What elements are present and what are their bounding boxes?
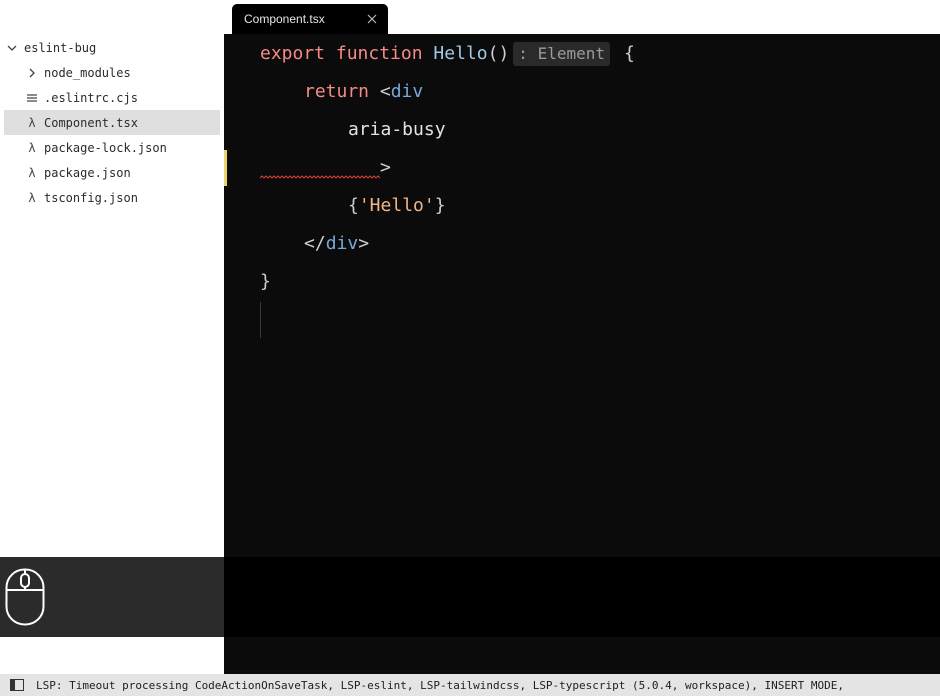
jsx-expression-open: { — [348, 195, 359, 216]
folder-eslint-bug[interactable]: eslint-bug — [4, 35, 220, 60]
code-line-5: {'Hello'} — [348, 187, 446, 225]
sidebar-item-eslintrc[interactable]: .eslintrc.cjs — [24, 85, 220, 110]
tag-name: div — [390, 81, 424, 102]
code-line-7: } — [260, 263, 271, 301]
lambda-icon: λ — [28, 165, 36, 180]
function-name: Hello — [433, 43, 488, 64]
status-bar: LSP: Timeout processing CodeActionOnSave… — [0, 674, 940, 696]
chevron-down-icon — [4, 42, 20, 54]
closing-tag-close: > — [358, 233, 370, 254]
mouse-icon — [5, 568, 45, 626]
keyword: return — [304, 81, 370, 102]
open-brace: { — [624, 43, 635, 64]
attribute-name: aria-busy — [348, 119, 446, 140]
sidebar-item-node-modules[interactable]: node_modules — [24, 60, 220, 85]
sidebar-item-package-json[interactable]: λ package.json — [24, 160, 220, 185]
sidebar-item-label: tsconfig.json — [44, 190, 138, 205]
lambda-icon: λ — [28, 190, 36, 205]
sidebar-item-label: Component.tsx — [44, 115, 138, 130]
lambda-icon: λ — [28, 140, 36, 155]
sidebar-item-component-tsx[interactable]: λ Component.tsx — [4, 110, 220, 135]
mouse-overlay — [0, 557, 940, 637]
tag-close-bracket: > — [380, 157, 391, 178]
code-line-6: </div> — [304, 225, 369, 263]
close-icon[interactable] — [362, 14, 382, 24]
sidebar-item-label: .eslintrc.cjs — [44, 90, 138, 105]
code-line-2: return <div — [304, 73, 423, 111]
tab-bar: Component.tsx — [224, 0, 940, 34]
keyword: function — [335, 43, 423, 64]
lambda-icon: λ — [28, 115, 36, 130]
closing-tag-open: </ — [304, 233, 326, 254]
code-line-4: > — [380, 149, 391, 187]
status-message: LSP: Timeout processing CodeActionOnSave… — [36, 678, 844, 692]
jsx-expression-close: } — [434, 195, 446, 216]
code-line-1: export function Hello(): Element { — [260, 35, 635, 73]
text-cursor — [260, 302, 261, 338]
tag-name: div — [325, 233, 359, 254]
keyword: export — [260, 43, 326, 64]
string-literal: 'Hello' — [358, 195, 435, 216]
parens: () — [487, 43, 510, 64]
tab-label: Component.tsx — [244, 12, 325, 26]
sidebar-item-label: package-lock.json — [44, 140, 167, 155]
folder-label: eslint-bug — [24, 40, 97, 55]
tab-component-tsx[interactable]: Component.tsx — [232, 4, 388, 34]
sidebar-item-tsconfig[interactable]: λ tsconfig.json — [24, 185, 220, 210]
chevron-right-icon — [24, 67, 40, 79]
close-brace: } — [260, 271, 271, 292]
code-line-3: aria-busy — [348, 111, 446, 149]
type-inlay-hint: : Element — [513, 42, 610, 66]
list-icon — [24, 92, 40, 104]
panel-toggle-icon[interactable] — [10, 679, 26, 691]
modified-line-marker — [224, 150, 227, 186]
sidebar-item-package-lock[interactable]: λ package-lock.json — [24, 135, 220, 160]
tag-open-bracket: < — [379, 81, 391, 102]
sidebar-item-label: package.json — [44, 165, 131, 180]
diagnostic-squiggle — [260, 175, 380, 179]
sidebar-item-label: node_modules — [44, 65, 131, 80]
